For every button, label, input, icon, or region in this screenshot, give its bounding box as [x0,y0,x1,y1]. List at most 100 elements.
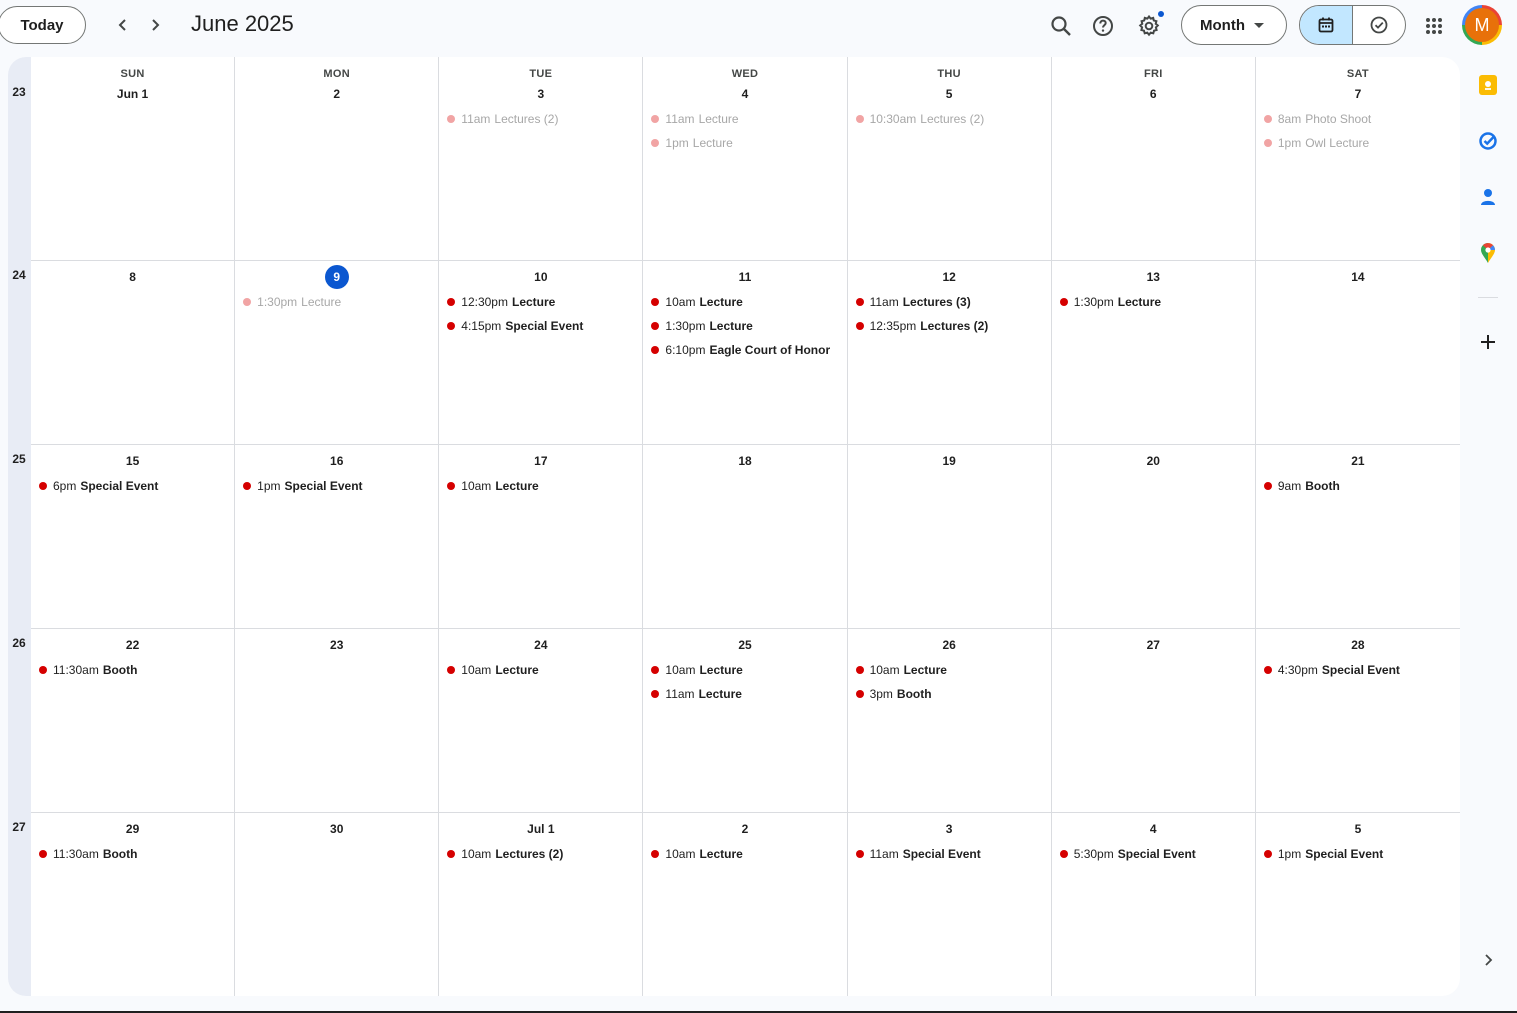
event-chip[interactable]: 11am Lectures (3) [848,290,1051,314]
day-cell[interactable]: 21 9am Booth [1255,445,1460,629]
day-cell[interactable]: SUN Jun 1 [31,57,236,261]
date-number[interactable]: 30 [235,817,438,841]
event-chip[interactable]: 4:30pm Special Event [1256,658,1460,682]
date-number[interactable]: 19 [848,449,1051,473]
event-chip[interactable]: 12:30pm Lecture [439,290,642,314]
date-number[interactable]: 16 [235,449,438,473]
event-chip[interactable]: 10am Lectures (2) [439,842,642,866]
day-cell[interactable]: 29 11:30am Booth [31,813,236,996]
date-number[interactable]: 11 [643,265,846,289]
day-cell[interactable]: 15 6pm Special Event [31,445,236,629]
calendar-view-button[interactable] [1300,6,1353,44]
day-cell[interactable]: 17 10am Lecture [439,445,644,629]
day-cell[interactable]: TUE 3 11am Lectures (2) [439,57,644,261]
day-cell[interactable]: 18 [643,445,848,629]
maps-button[interactable] [1474,239,1502,267]
event-chip[interactable]: 1pm Lecture [643,131,846,155]
day-cell[interactable]: 20 [1051,445,1256,629]
date-number[interactable]: 17 [439,449,642,473]
view-select[interactable]: Month [1181,5,1287,45]
today-date-number[interactable]: 9 [324,265,349,289]
day-cell[interactable]: 12 11am Lectures (3) 12:35pm Lectures (2) [847,261,1052,445]
event-chip[interactable]: 12:35pm Lectures (2) [848,314,1051,338]
day-cell[interactable]: SAT 7 8am Photo Shoot 1pm Owl Lecture [1255,57,1460,261]
date-number[interactable]: 5 [1256,817,1460,841]
date-number[interactable]: 2 [643,817,846,841]
day-cell[interactable]: 5 1pm Special Event [1256,813,1460,996]
event-chip[interactable]: 10am Lecture [848,658,1051,682]
day-cell[interactable]: 8 [31,261,236,445]
event-chip[interactable]: 5:30pm Special Event [1052,842,1255,866]
event-chip[interactable]: 11am Lecture [643,107,846,131]
event-chip[interactable]: 8am Photo Shoot [1256,107,1460,131]
account-avatar[interactable]: M [1462,5,1502,45]
date-number[interactable]: 10 [439,265,642,289]
event-chip[interactable]: 1pm Special Event [235,474,438,498]
event-chip[interactable]: 10am Lecture [439,474,642,498]
date-number[interactable]: 6 [1052,82,1255,106]
day-cell[interactable]: Jul 1 10am Lectures (2) [439,813,644,996]
week-number[interactable]: 24 [8,268,30,282]
event-chip[interactable]: 1:30pm Lecture [235,290,438,314]
keep-button[interactable] [1474,71,1502,99]
event-chip[interactable]: 4:15pm Special Event [439,314,642,338]
event-chip[interactable]: 1pm Special Event [1256,842,1460,866]
day-cell[interactable]: 23 [235,629,440,813]
date-number[interactable]: 4 [1052,817,1255,841]
date-number[interactable]: 7 [1256,82,1460,106]
date-number[interactable]: 2 [235,82,438,106]
date-number[interactable]: 22 [31,633,234,657]
event-chip[interactable]: 1:30pm Lecture [643,314,846,338]
expand-side-panel-button[interactable] [1474,946,1502,974]
event-chip[interactable]: 10am Lecture [439,658,642,682]
day-cell[interactable]: 26 10am Lecture 3pm Booth [847,629,1052,813]
date-number[interactable]: Jun 1 [31,82,234,106]
week-number[interactable]: 27 [8,820,30,834]
day-cell[interactable]: 25 10am Lecture 11am Lecture [643,629,848,813]
day-cell[interactable]: 13 1:30pm Lecture [1051,261,1256,445]
event-chip[interactable]: 9am Booth [1256,474,1460,498]
day-cell[interactable]: FRI 6 [1051,57,1256,261]
day-cell[interactable]: 30 [235,813,440,996]
event-chip[interactable]: 1:30pm Lecture [1052,290,1255,314]
help-button[interactable] [1085,8,1121,44]
search-button[interactable] [1043,8,1079,44]
event-chip[interactable]: 3pm Booth [848,682,1051,706]
event-chip[interactable]: 10am Lecture [643,842,846,866]
tasks-view-button[interactable] [1353,6,1405,44]
apps-button[interactable] [1416,8,1452,44]
week-number[interactable]: 23 [8,85,30,99]
day-cell[interactable]: 22 11:30am Booth [31,629,236,813]
previous-month-button[interactable] [108,10,138,40]
event-chip[interactable]: 1pm Owl Lecture [1256,131,1460,155]
event-chip[interactable]: 6:10pm Eagle Court of Honor [643,338,846,362]
add-addon-button[interactable] [1474,328,1502,356]
event-chip[interactable]: 10am Lecture [643,290,846,314]
day-cell[interactable]: 3 11am Special Event [848,813,1052,996]
date-number[interactable]: 20 [1052,449,1255,473]
day-cell[interactable]: 11 10am Lecture 1:30pm Lecture 6:10pm Eagle Co… [643,261,848,445]
date-number[interactable]: 8 [31,265,234,289]
day-cell[interactable]: WED 4 11am Lecture 1pm Lecture [643,57,848,261]
settings-button[interactable] [1131,8,1167,44]
week-number[interactable]: 25 [8,452,30,466]
event-chip[interactable]: 11:30am Booth [31,658,234,682]
date-number[interactable]: 13 [1052,265,1255,289]
date-number[interactable]: 15 [31,449,234,473]
event-chip[interactable]: 11am Lecture [643,682,846,706]
event-chip[interactable]: 11:30am Booth [31,842,234,866]
event-chip[interactable]: 10am Lecture [643,658,846,682]
day-cell[interactable]: 4 5:30pm Special Event [1052,813,1256,996]
day-cell[interactable]: MON 2 [235,57,440,261]
day-cell[interactable]: 10 12:30pm Lecture 4:15pm Special Event [439,261,644,445]
date-number[interactable]: 24 [439,633,642,657]
day-cell[interactable]: 27 [1051,629,1256,813]
event-chip[interactable]: 11am Lectures (2) [439,107,642,131]
day-cell[interactable]: THU 5 10:30am Lectures (2) [847,57,1052,261]
event-chip[interactable]: 6pm Special Event [31,474,234,498]
date-number[interactable]: 4 [643,82,846,106]
today-button[interactable]: Today [0,6,86,44]
date-number[interactable]: 26 [848,633,1051,657]
day-cell[interactable]: 14 [1255,261,1460,445]
date-number[interactable]: Jul 1 [439,817,642,841]
